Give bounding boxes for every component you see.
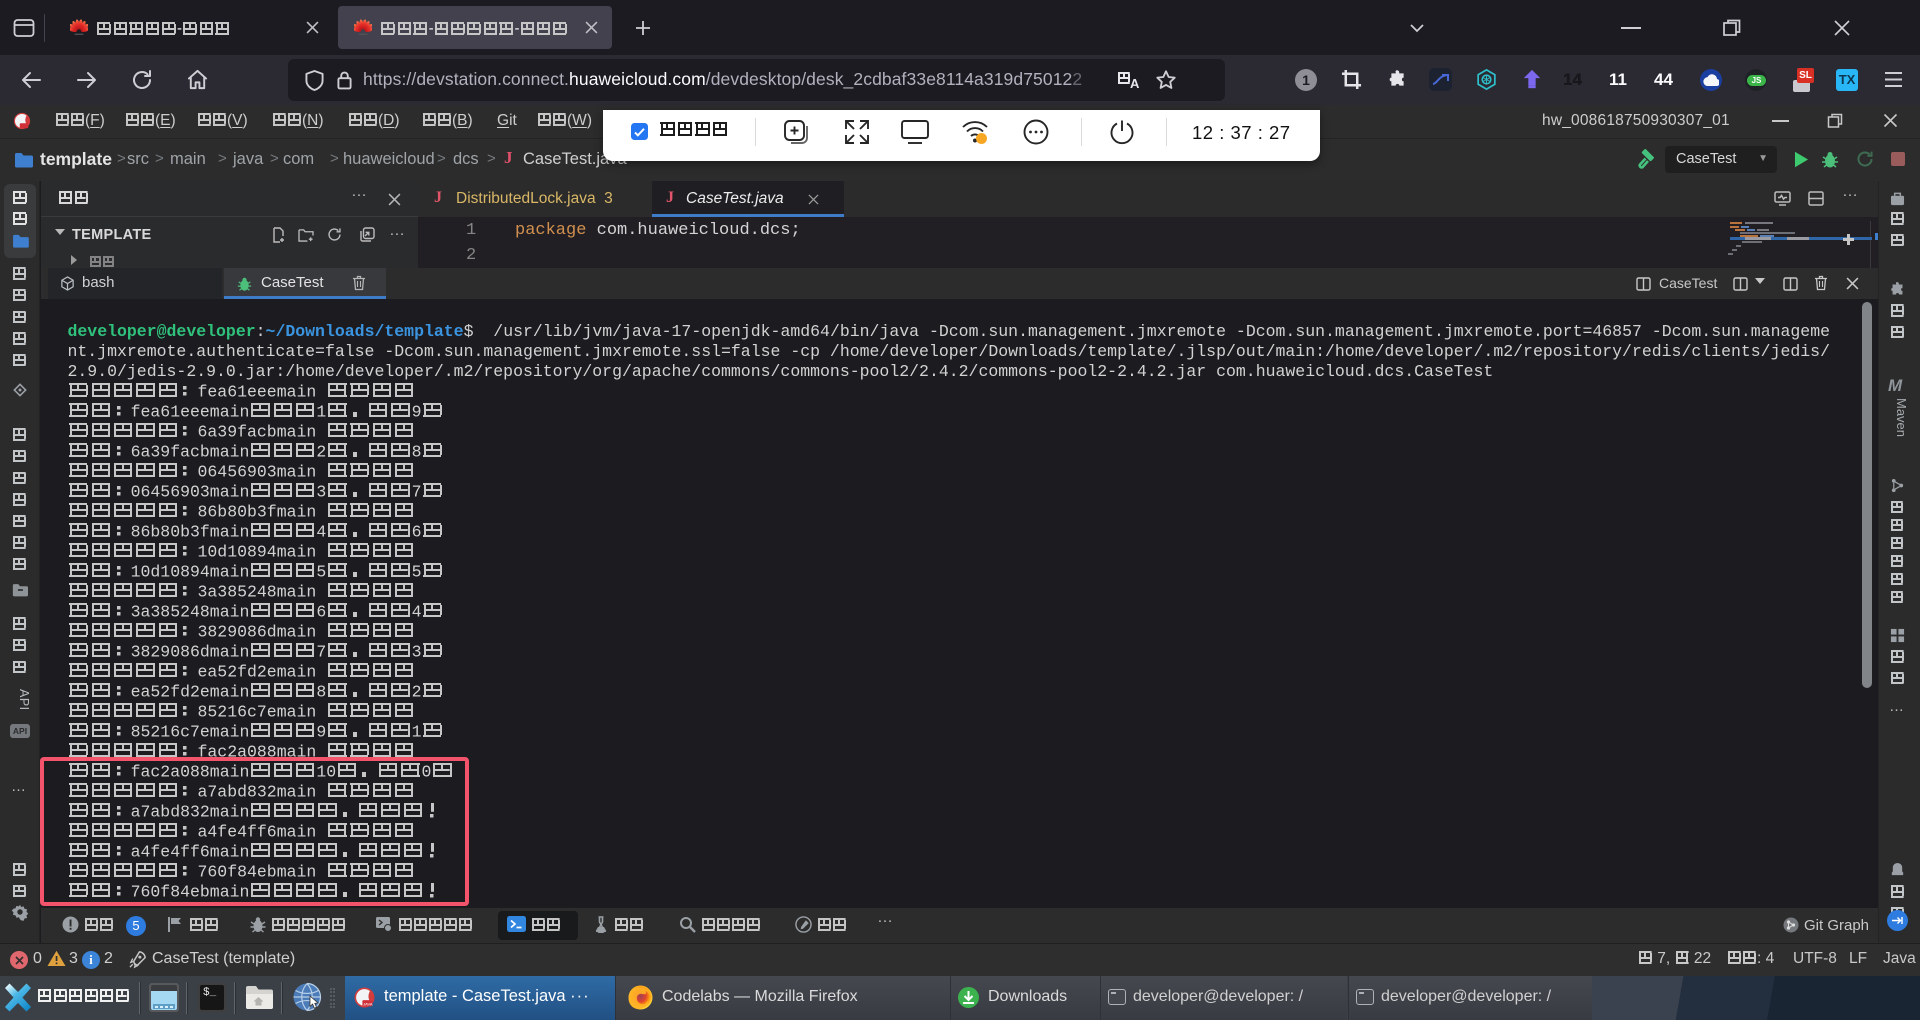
svg-text:JAVA: JAVA — [363, 1001, 373, 1006]
